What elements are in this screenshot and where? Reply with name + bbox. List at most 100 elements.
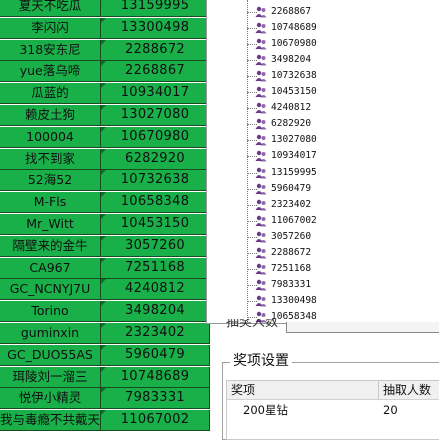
table-row: 赖皮土狗 13027080 [0, 105, 210, 126]
cell-indicator-icon [101, 279, 106, 285]
name-cell[interactable]: 隔壁来的金牛 [0, 235, 101, 257]
tree-item-label: 2288672 [271, 246, 312, 258]
prize-cell[interactable]: 200星钻 [243, 401, 288, 419]
name-cell[interactable]: GC_DUO55AS [0, 344, 101, 366]
name-cell[interactable]: 赖皮土狗 [0, 105, 101, 126]
number-cell[interactable]: 7983331 [101, 388, 210, 410]
table-row: guminxin 2323402 [0, 323, 210, 344]
name-cell[interactable]: 李闪闪 [0, 17, 101, 39]
tree-item-label: 13027080 [271, 134, 317, 146]
name-cell[interactable]: guminxin [0, 323, 101, 344]
number-cell[interactable]: 13300498 [101, 17, 210, 39]
name-cell[interactable]: Mr_Witt [0, 214, 101, 235]
number-cell[interactable]: 3498204 [101, 301, 210, 323]
number-cell[interactable]: 10453150 [101, 214, 210, 235]
name-cell[interactable]: 悦伊小精灵 [0, 388, 101, 410]
cell-indicator-icon [101, 235, 106, 241]
number-cell[interactable]: 10670980 [101, 126, 210, 148]
number-cell[interactable]: 3057260 [101, 235, 210, 257]
number-cell[interactable]: 10658348 [101, 192, 210, 214]
cell-indicator-icon [101, 410, 106, 416]
cell-indicator-icon [101, 83, 106, 89]
table-row: 100004 10670980 [0, 126, 210, 148]
number-cell[interactable]: 2323402 [101, 323, 210, 344]
name-cell[interactable]: M-Fls [0, 192, 101, 214]
person-group-icon [255, 6, 267, 18]
person-group-icon [255, 103, 267, 114]
person-group-icon [255, 167, 267, 178]
person-group-icon [255, 295, 267, 307]
tree-item-label: 3498204 [271, 54, 312, 66]
cell-indicator-icon [101, 192, 106, 198]
tree-item-label: 7251168 [271, 262, 312, 274]
table-row: 悦伊小精灵 7983331 [0, 388, 210, 410]
number-cell[interactable]: 13159995 [101, 0, 210, 17]
person-group-icon [255, 215, 267, 227]
tree-item-label: 10732638 [271, 70, 317, 82]
column-header-draw-count[interactable]: 抽取人数 [379, 381, 439, 400]
name-cell[interactable]: Torino [0, 301, 101, 323]
name-cell[interactable]: GC_NCNYJ7U [0, 279, 101, 301]
name-cell[interactable]: 夏天不吃瓜 [0, 0, 101, 17]
cell-indicator-icon [101, 344, 106, 350]
name-cell[interactable]: 找不到家 [0, 148, 101, 170]
cell-indicator-icon [101, 126, 106, 132]
number-cell[interactable]: 7251168 [101, 257, 210, 279]
tree-item-label: 10670980 [271, 38, 317, 50]
number-cell[interactable]: 6282920 [101, 148, 210, 170]
tree-item-label: 3057260 [271, 230, 312, 242]
tree-item-label: 10453150 [271, 86, 317, 98]
name-cell[interactable]: 100004 [0, 126, 101, 148]
tree-item-label: 10748689 [271, 22, 317, 34]
table-row: 52海52 10732638 [0, 170, 210, 192]
name-cell[interactable]: yue落乌啼 [0, 61, 101, 83]
tree-item-label: 7983331 [271, 278, 312, 290]
name-cell[interactable]: 瓜蓝的 [0, 83, 101, 105]
number-cell[interactable]: 4240812 [101, 279, 210, 301]
cell-indicator-icon [101, 105, 106, 110]
person-group-icon [255, 263, 267, 275]
number-cell[interactable]: 5960479 [101, 344, 210, 366]
draw-count-cell[interactable]: 20 [383, 401, 398, 419]
name-cell[interactable]: 珥陵刘一溜三 [0, 366, 101, 388]
name-cell[interactable]: 52海52 [0, 170, 101, 192]
name-cell[interactable]: 我与毒瘾不共戴天 [0, 410, 101, 432]
number-cell[interactable]: 13027080 [101, 105, 210, 126]
person-group-icon [255, 38, 267, 50]
number-cell[interactable]: 10934017 [101, 83, 210, 105]
table-row: GC_DUO55AS 5960479 [0, 344, 210, 366]
cell-indicator-icon [101, 301, 106, 307]
table-row: 李闪闪 13300498 [0, 17, 210, 39]
cell-indicator-icon [101, 0, 106, 1]
table-row: M-Fls 10658348 [0, 192, 210, 214]
table-row: 瓜蓝的 10934017 [0, 83, 210, 105]
tree-view[interactable]: 2268867 10748689 10670980 3498204 10732638 10… [206, 0, 439, 324]
table-row: 珥陵刘一溜三 10748689 [0, 366, 210, 388]
number-cell[interactable]: 11067002 [101, 410, 210, 432]
number-cell[interactable]: 10748689 [101, 366, 210, 388]
tree-item-label: 2323402 [271, 198, 312, 210]
person-group-icon [255, 183, 267, 195]
prize-settings-legend: 奖项设置 [230, 352, 292, 370]
name-cell[interactable]: CA967 [0, 257, 101, 279]
spreadsheet: 夏天不吃瓜 13159995 李闪闪 13300498 318安东尼 2288672 yue… [0, 0, 210, 438]
column-header-prize[interactable]: 奖项 [227, 381, 379, 400]
draw-count-field[interactable] [286, 322, 439, 333]
tree-item-label: 4240812 [271, 102, 312, 114]
number-cell[interactable]: 2268867 [101, 61, 210, 83]
table-row: Mr_Witt 10453150 [0, 214, 210, 235]
cell-indicator-icon [101, 170, 106, 176]
person-group-icon [255, 199, 267, 211]
table-row: CA967 7251168 [0, 257, 210, 279]
tree-item-label: 2268867 [271, 6, 312, 17]
table-row: 我与毒瘾不共戴天 11067002 [0, 410, 210, 432]
person-group-icon [255, 54, 267, 66]
number-cell[interactable]: 10732638 [101, 170, 210, 192]
cell-indicator-icon [101, 214, 106, 219]
cell-indicator-icon [101, 61, 106, 67]
number-cell[interactable]: 2288672 [101, 39, 210, 61]
draw-count-label: 抽奖人数 [226, 319, 279, 330]
tree-item-label: 5960479 [271, 182, 312, 194]
name-cell[interactable]: 318安东尼 [0, 39, 101, 61]
prize-table[interactable]: 奖项 抽取人数 200星钻 20 [226, 380, 439, 440]
